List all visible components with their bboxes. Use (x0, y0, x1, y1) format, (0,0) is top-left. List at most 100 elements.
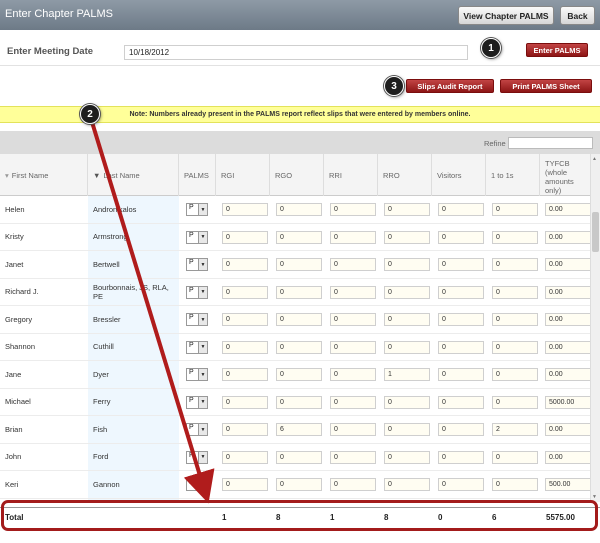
scroll-thumb[interactable] (592, 212, 599, 252)
tyfcb-input[interactable] (545, 423, 590, 436)
tyfcb-input[interactable] (545, 395, 590, 409)
view-chapter-palms-button[interactable]: View Chapter PALMS (458, 6, 554, 25)
rgi-input[interactable] (222, 313, 268, 326)
visitors-input[interactable] (438, 478, 484, 491)
rro-input[interactable] (384, 395, 430, 409)
rro-input[interactable] (384, 258, 430, 271)
rgi-input[interactable] (222, 258, 268, 271)
rro-input[interactable] (384, 368, 430, 381)
visitors-input[interactable] (438, 368, 484, 381)
tyfcb-input[interactable] (545, 478, 590, 491)
one2one-input[interactable] (492, 478, 538, 491)
rri-input[interactable] (330, 368, 376, 381)
rgi-input[interactable] (222, 478, 268, 491)
column-header-visitors[interactable]: Visitors (432, 154, 486, 196)
rgi-input[interactable] (222, 395, 268, 409)
rri-input[interactable] (330, 258, 376, 271)
one2one-input[interactable] (492, 230, 538, 244)
palms-select[interactable]: P ▼ (186, 258, 208, 271)
back-button[interactable]: Back (560, 6, 595, 25)
column-header-rgo[interactable]: RGO (270, 154, 324, 196)
tyfcb-input[interactable] (545, 203, 590, 216)
one2one-input[interactable] (492, 258, 538, 271)
visitors-input[interactable] (438, 258, 484, 271)
rgi-input[interactable] (222, 368, 268, 381)
rgo-input[interactable] (276, 313, 322, 326)
visitors-input[interactable] (438, 313, 484, 326)
palms-select[interactable]: P ▼ (186, 478, 208, 491)
tyfcb-input[interactable] (545, 368, 590, 381)
palms-select[interactable]: P ▼ (186, 450, 208, 464)
one2one-input[interactable] (492, 423, 538, 436)
one2one-input[interactable] (492, 203, 538, 216)
tyfcb-input[interactable] (545, 450, 590, 464)
palms-select[interactable]: P ▼ (186, 313, 208, 326)
visitors-input[interactable] (438, 285, 484, 299)
visitors-input[interactable] (438, 450, 484, 464)
visitors-input[interactable] (438, 203, 484, 216)
rgi-input[interactable] (222, 230, 268, 244)
rro-input[interactable] (384, 423, 430, 436)
column-header-rgi[interactable]: RGI (216, 154, 270, 196)
tyfcb-input[interactable] (545, 285, 590, 299)
rri-input[interactable] (330, 313, 376, 326)
tyfcb-input[interactable] (545, 340, 590, 354)
visitors-input[interactable] (438, 340, 484, 354)
palms-select[interactable]: P ▼ (186, 285, 208, 299)
rgo-input[interactable] (276, 395, 322, 409)
scroll-up-icon[interactable]: ▲ (592, 156, 597, 162)
one2one-input[interactable] (492, 285, 538, 299)
rgo-input[interactable] (276, 478, 322, 491)
rgi-input[interactable] (222, 203, 268, 216)
column-header-last-name[interactable]: ▼ Last Name (88, 154, 179, 196)
meeting-date-input[interactable] (124, 45, 468, 60)
palms-select[interactable]: P ▼ (186, 395, 208, 409)
visitors-input[interactable] (438, 230, 484, 244)
visitors-input[interactable] (438, 423, 484, 436)
rri-input[interactable] (330, 340, 376, 354)
scroll-down-icon[interactable]: ▼ (592, 494, 597, 500)
grid-scrollbar[interactable]: ▲ ▼ (590, 154, 600, 502)
rri-input[interactable] (330, 203, 376, 216)
rgo-input[interactable] (276, 368, 322, 381)
rgi-input[interactable] (222, 423, 268, 436)
rri-input[interactable] (330, 478, 376, 491)
rri-input[interactable] (330, 423, 376, 436)
rro-input[interactable] (384, 230, 430, 244)
rgo-input[interactable] (276, 203, 322, 216)
rri-input[interactable] (330, 450, 376, 464)
column-header-tyfcb[interactable]: TYFCB (whole amounts only) (540, 154, 590, 196)
rgo-input[interactable] (276, 340, 322, 354)
rgo-input[interactable] (276, 423, 322, 436)
rgi-input[interactable] (222, 450, 268, 464)
rro-input[interactable] (384, 478, 430, 491)
tyfcb-input[interactable] (545, 313, 590, 326)
refine-input[interactable] (508, 137, 593, 149)
one2one-input[interactable] (492, 340, 538, 354)
one2one-input[interactable] (492, 395, 538, 409)
column-header-palms[interactable]: PALMS (179, 154, 216, 196)
palms-select[interactable]: P ▼ (186, 230, 208, 244)
palms-select[interactable]: P ▼ (186, 203, 208, 216)
rri-input[interactable] (330, 285, 376, 299)
rri-input[interactable] (330, 395, 376, 409)
palms-select[interactable]: P ▼ (186, 423, 208, 436)
column-header-first-name[interactable]: ▾ First Name (0, 154, 88, 196)
rro-input[interactable] (384, 340, 430, 354)
print-palms-sheet-button[interactable]: Print PALMS Sheet (500, 79, 592, 93)
rgo-input[interactable] (276, 230, 322, 244)
rgo-input[interactable] (276, 450, 322, 464)
tyfcb-input[interactable] (545, 258, 590, 271)
rro-input[interactable] (384, 285, 430, 299)
rro-input[interactable] (384, 450, 430, 464)
column-header-one-to-ones[interactable]: 1 to 1s (486, 154, 540, 196)
tyfcb-input[interactable] (545, 230, 590, 244)
palms-select[interactable]: P ▼ (186, 340, 208, 354)
palms-select[interactable]: P ▼ (186, 368, 208, 381)
slips-audit-report-button[interactable]: Slips Audit Report (406, 79, 494, 93)
visitors-input[interactable] (438, 395, 484, 409)
rro-input[interactable] (384, 203, 430, 216)
rro-input[interactable] (384, 313, 430, 326)
column-header-rri[interactable]: RRI (324, 154, 378, 196)
rgi-input[interactable] (222, 285, 268, 299)
